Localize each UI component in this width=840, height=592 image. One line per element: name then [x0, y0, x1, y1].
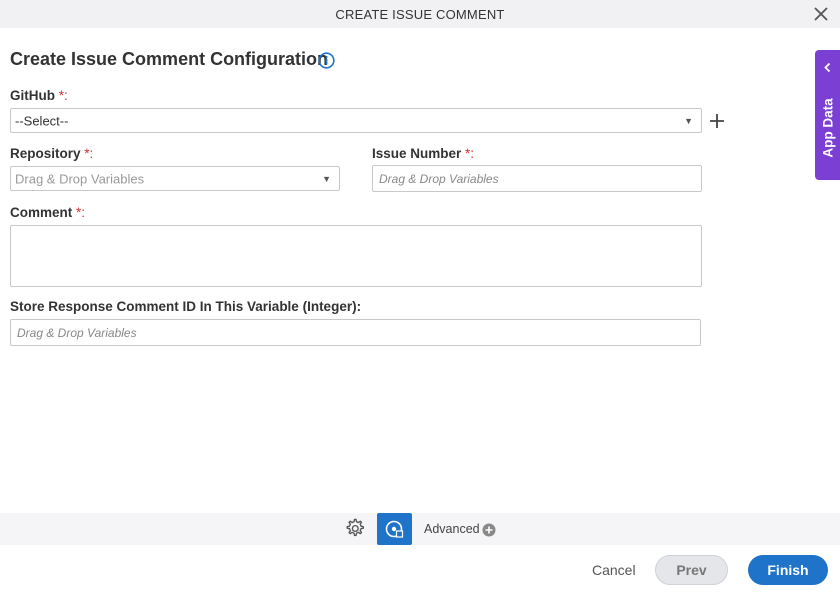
issue-number-input[interactable]: Drag & Drop Variables — [372, 165, 702, 192]
chevron-down-icon: ▼ — [684, 115, 693, 126]
add-connection-icon[interactable] — [708, 112, 726, 130]
repository-placeholder: Drag & Drop Variables — [15, 171, 145, 186]
app-data-label: App Data — [820, 98, 835, 158]
dialog-title-bar: CREATE ISSUE COMMENT — [0, 0, 840, 28]
bottom-toolbar — [0, 513, 840, 545]
cancel-button[interactable]: Cancel — [592, 562, 636, 578]
comment-textarea[interactable] — [10, 225, 702, 287]
chevron-left-icon — [824, 62, 831, 73]
document-icon — [385, 520, 404, 538]
repository-select[interactable]: Drag & Drop Variables ▼ — [10, 166, 340, 191]
gear-icon[interactable] — [343, 517, 366, 540]
finish-button[interactable]: Finish — [748, 555, 828, 585]
plus-circle-icon[interactable] — [482, 523, 496, 537]
info-icon[interactable] — [318, 52, 335, 69]
issue-number-placeholder: Drag & Drop Variables — [379, 171, 499, 186]
store-response-placeholder: Drag & Drop Variables — [17, 325, 137, 340]
repository-label: Repository *: — [10, 146, 94, 161]
app-data-tab[interactable]: App Data — [815, 50, 840, 180]
store-response-label: Store Response Comment ID In This Variab… — [10, 299, 362, 314]
document-variable-button[interactable] — [377, 513, 412, 545]
github-select[interactable]: --Select-- ▼ — [10, 108, 702, 133]
issue-number-label: Issue Number *: — [372, 146, 475, 161]
close-icon[interactable] — [812, 5, 830, 23]
advanced-toggle[interactable]: Advanced — [424, 522, 480, 536]
prev-button[interactable]: Prev — [655, 555, 728, 585]
github-label: GitHub *: — [10, 88, 68, 103]
comment-label: Comment *: — [10, 205, 86, 220]
page-title: Create Issue Comment Configuration — [10, 49, 329, 69]
github-select-value: --Select-- — [15, 113, 69, 128]
store-response-input[interactable]: Drag & Drop Variables — [10, 319, 701, 346]
dialog-title: CREATE ISSUE COMMENT — [335, 7, 505, 22]
chevron-down-icon: ▼ — [322, 173, 331, 184]
